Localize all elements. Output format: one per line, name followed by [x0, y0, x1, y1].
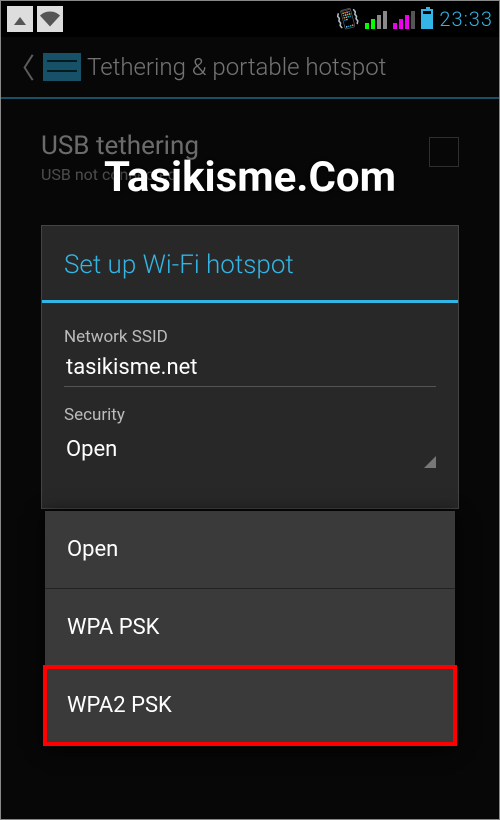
security-label: Security [64, 405, 436, 425]
vibrate-icon: 📳 [335, 6, 362, 32]
watermark-text: Tasikisme.Com [1, 153, 499, 202]
phone-frame: 〈 Tethering & portable hotspot USB tethe… [0, 0, 500, 820]
wifi-hotspot-dialog: Set up Wi-Fi hotspot Network SSID tasiki… [41, 225, 459, 509]
battery-icon [421, 9, 433, 29]
ssid-input[interactable]: tasikisme.net [64, 347, 436, 387]
wifi-status-icon [37, 6, 63, 32]
security-spinner[interactable]: Open [64, 429, 436, 468]
data-signal-icon [365, 9, 387, 29]
security-option-wpa2-psk[interactable]: WPA2 PSK [45, 667, 455, 744]
back-icon[interactable]: 〈 [5, 47, 37, 87]
security-dropdown: Open WPA PSK WPA2 PSK [45, 511, 455, 744]
screenshot-icon [7, 6, 33, 32]
clock: 23:33 [439, 7, 493, 31]
app-bar[interactable]: 〈 Tethering & portable hotspot [1, 37, 499, 99]
ssid-label: Network SSID [64, 327, 436, 347]
dialog-title: Set up Wi-Fi hotspot [42, 226, 458, 303]
sliders-icon [43, 53, 81, 81]
security-option-wpa-psk[interactable]: WPA PSK [45, 589, 455, 667]
appbar-title: Tethering & portable hotspot [87, 53, 386, 81]
status-bar: 📳 23:33 [1, 1, 499, 37]
cell-signal-icon [393, 9, 415, 29]
security-option-open[interactable]: Open [45, 511, 455, 589]
